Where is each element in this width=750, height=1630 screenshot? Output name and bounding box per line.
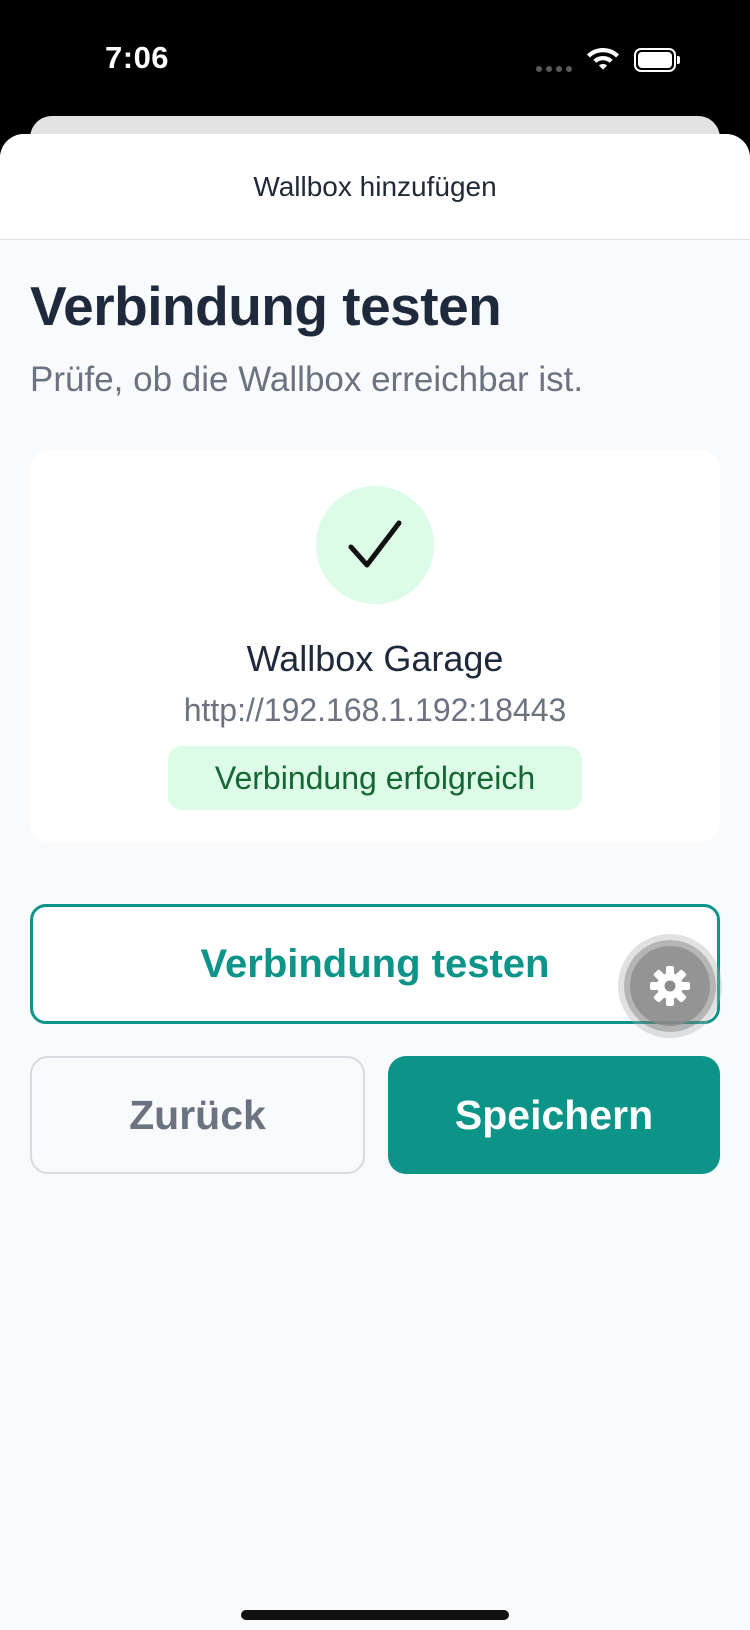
page-title: Verbindung testen xyxy=(30,275,502,337)
cellular-signal-icon xyxy=(536,66,572,72)
success-indicator xyxy=(316,486,434,604)
back-button[interactable]: Zurück xyxy=(30,1056,365,1174)
save-button[interactable]: Speichern xyxy=(388,1056,720,1174)
floating-settings-button[interactable] xyxy=(624,940,716,1032)
device-name: Wallbox Garage xyxy=(246,638,504,679)
status-badge: Verbindung erfolgreich xyxy=(168,746,582,810)
gear-icon xyxy=(650,966,690,1006)
status-bar: 7:06 xyxy=(0,0,750,120)
modal-sheet: Wallbox hinzufügen Verbindung testen Prü… xyxy=(0,134,750,1630)
test-connection-button[interactable]: Verbindung testen xyxy=(30,904,720,1024)
page-subtitle: Prüfe, ob die Wallbox erreichbar ist. xyxy=(30,360,584,399)
connection-result-card: Wallbox Garage http://192.168.1.192:1844… xyxy=(30,450,720,842)
home-indicator xyxy=(241,1610,509,1620)
sheet-title: Wallbox hinzufügen xyxy=(253,170,497,202)
status-time: 7:06 xyxy=(105,40,170,75)
wifi-icon xyxy=(587,48,619,70)
battery-icon xyxy=(634,48,680,72)
device-url: http://192.168.1.192:18443 xyxy=(183,692,567,728)
sheet-header: Wallbox hinzufügen xyxy=(0,134,750,240)
checkmark-icon xyxy=(348,520,402,568)
